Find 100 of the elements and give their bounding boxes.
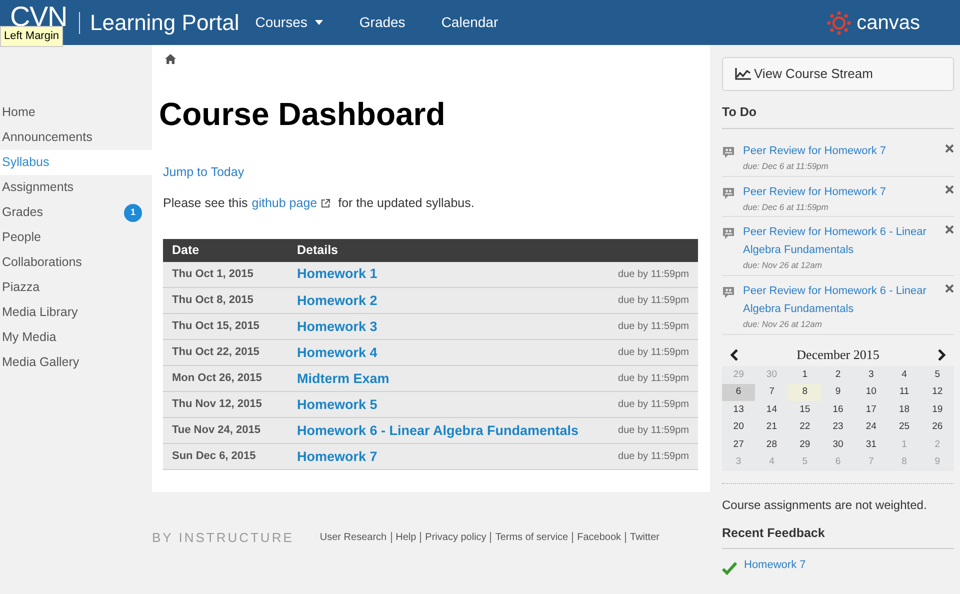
calendar-day[interactable]: 28 bbox=[755, 436, 788, 454]
brand-name: canvas bbox=[856, 10, 920, 36]
assignment-link[interactable]: Homework 5 bbox=[297, 396, 378, 412]
todo-link[interactable]: Peer Review for Homework 6 - Linear Algebra Fundamentals bbox=[743, 282, 937, 318]
due-cell: due by 11:59pm bbox=[609, 418, 698, 444]
jump-link[interactable]: Jump to Today bbox=[163, 163, 699, 182]
sidebar-item[interactable]: Assignments bbox=[0, 175, 152, 200]
sidebar-item[interactable]: Piazza bbox=[0, 275, 152, 300]
calendar-day[interactable]: 10 bbox=[854, 384, 888, 402]
calendar-day[interactable]: 24 bbox=[854, 418, 888, 436]
feedback-link[interactable]: Homework 7 bbox=[744, 557, 806, 575]
comment-icon bbox=[722, 186, 735, 200]
date-cell: Thu Oct 22, 2015 bbox=[163, 340, 297, 366]
date-cell: Mon Oct 26, 2015 bbox=[163, 366, 297, 392]
todo-due: due: Dec 6 at 11:59pm bbox=[743, 200, 830, 214]
calendar-day[interactable]: 29 bbox=[788, 436, 822, 454]
check-icon bbox=[722, 562, 738, 575]
calendar-day[interactable]: 3 bbox=[854, 366, 888, 384]
footer-link[interactable]: Facebook bbox=[577, 530, 622, 546]
close-icon[interactable] bbox=[945, 184, 954, 194]
date-cell: Thu Oct 8, 2015 bbox=[163, 288, 297, 314]
nav-link[interactable]: Grades bbox=[359, 12, 406, 33]
calendar-day[interactable]: 22 bbox=[788, 418, 822, 436]
calendar-day[interactable]: 1 bbox=[788, 366, 822, 384]
calendar-day[interactable]: 27 bbox=[722, 436, 756, 454]
view-stream-button[interactable]: View Course Stream bbox=[722, 57, 954, 91]
portal-title: Learning Portal bbox=[90, 9, 240, 37]
todo-due: due: Nov 26 at 12am bbox=[743, 318, 823, 331]
sidebar-item[interactable]: My Media bbox=[0, 325, 152, 350]
calendar-day[interactable]: 21 bbox=[755, 418, 788, 436]
previous-month-icon[interactable] bbox=[730, 348, 739, 360]
calendar-day[interactable]: 15 bbox=[788, 401, 822, 419]
calendar-day[interactable]: 23 bbox=[821, 418, 855, 436]
sidebar-item[interactable]: Media Gallery bbox=[0, 350, 152, 375]
calendar-day[interactable]: 19 bbox=[920, 401, 954, 419]
assignment-link[interactable]: Homework 1 bbox=[297, 266, 378, 282]
assignment-link[interactable]: Homework 2 bbox=[297, 292, 378, 308]
close-icon[interactable] bbox=[945, 284, 954, 293]
due-cell: due by 11:59pm bbox=[609, 392, 698, 418]
caret-icon bbox=[315, 20, 324, 25]
due-cell: due by 11:59pm bbox=[609, 314, 698, 340]
calendar-day[interactable]: 14 bbox=[755, 401, 788, 419]
footer-link[interactable]: Privacy policy bbox=[425, 530, 486, 546]
calendar-day[interactable]: 20 bbox=[722, 418, 756, 436]
nav-link[interactable]: Courses bbox=[255, 12, 324, 33]
todo-link[interactable]: Peer Review for Homework 6 - Linear Algebra Fundamentals bbox=[743, 223, 937, 260]
note-text: Please see this bbox=[163, 194, 248, 212]
sidebar-item[interactable]: Media Library bbox=[0, 300, 152, 325]
calendar-day[interactable]: 12 bbox=[920, 384, 954, 402]
calendar-day[interactable]: 4 bbox=[888, 366, 921, 384]
close-icon[interactable] bbox=[945, 225, 954, 234]
calendar-day[interactable]: 13 bbox=[722, 401, 756, 419]
sidebar-item[interactable]: Syllabus bbox=[0, 150, 152, 175]
comment-icon bbox=[722, 146, 735, 159]
sidebar-item[interactable]: People bbox=[0, 225, 152, 250]
calendar-day[interactable]: 26 bbox=[920, 418, 954, 436]
assignment-link[interactable]: Midterm Exam bbox=[297, 370, 390, 386]
calendar-day[interactable]: 9 bbox=[821, 384, 855, 402]
footer-link[interactable]: Help bbox=[396, 530, 416, 546]
calendar-day[interactable]: 11 bbox=[888, 384, 921, 402]
calendar-day[interactable]: 25 bbox=[888, 418, 921, 436]
count-badge: 1 bbox=[124, 204, 142, 222]
assignment-link[interactable]: Homework 4 bbox=[297, 344, 378, 360]
sidebar-item[interactable]: Grades 1 bbox=[0, 200, 152, 225]
home-icon[interactable] bbox=[165, 54, 176, 64]
nav-link[interactable]: Calendar bbox=[441, 12, 498, 33]
assignment-link[interactable]: Homework 3 bbox=[297, 318, 378, 334]
note-text: for the updated syllabus. bbox=[338, 194, 474, 212]
github-link[interactable]: github page bbox=[252, 194, 318, 212]
due-cell: due by 11:59pm bbox=[609, 340, 698, 366]
calendar-day[interactable]: 16 bbox=[821, 401, 855, 419]
weight-note: Course assignments are not weighted. bbox=[722, 497, 928, 514]
sidebar-item[interactable]: Home bbox=[0, 100, 152, 125]
calendar-day[interactable]: 31 bbox=[854, 436, 888, 454]
todo-link[interactable]: Peer Review for Homework 7 bbox=[743, 182, 937, 200]
sidebar-item[interactable]: Announcements bbox=[0, 125, 152, 150]
calendar-day[interactable]: 5 bbox=[920, 366, 954, 384]
calendar-day[interactable]: 30 bbox=[821, 436, 855, 454]
comment-icon bbox=[722, 286, 735, 299]
footer-link[interactable]: Twitter bbox=[630, 530, 660, 546]
footer-link[interactable]: Terms of service bbox=[495, 530, 568, 546]
close-icon[interactable] bbox=[945, 144, 954, 153]
todo-due: due: Dec 6 at 11:59pm bbox=[743, 160, 830, 172]
calendar-day[interactable]: 7 bbox=[755, 384, 788, 402]
calendar-day[interactable]: 17 bbox=[854, 401, 888, 419]
next-month-icon[interactable] bbox=[936, 348, 946, 360]
footer-link[interactable]: User Research bbox=[320, 530, 387, 546]
todo-link[interactable]: Peer Review for Homework 7 bbox=[743, 142, 937, 160]
assignment-link[interactable]: Homework 6 - Linear Algebra Fundamentals bbox=[297, 422, 579, 438]
chart-icon bbox=[735, 68, 751, 80]
column-header: Date bbox=[163, 238, 297, 262]
due-cell: due by 11:59pm bbox=[609, 262, 698, 288]
calendar-day[interactable]: 2 bbox=[821, 366, 855, 384]
calendar-day[interactable]: 8 bbox=[788, 384, 822, 402]
column-header: Details bbox=[297, 238, 698, 262]
calendar-day[interactable]: 6 bbox=[722, 384, 756, 402]
date-cell: Thu Oct 1, 2015 bbox=[163, 262, 297, 288]
calendar-day[interactable]: 18 bbox=[888, 401, 921, 419]
sidebar-item[interactable]: Collaborations bbox=[0, 250, 152, 275]
assignment-link[interactable]: Homework 7 bbox=[297, 448, 378, 464]
